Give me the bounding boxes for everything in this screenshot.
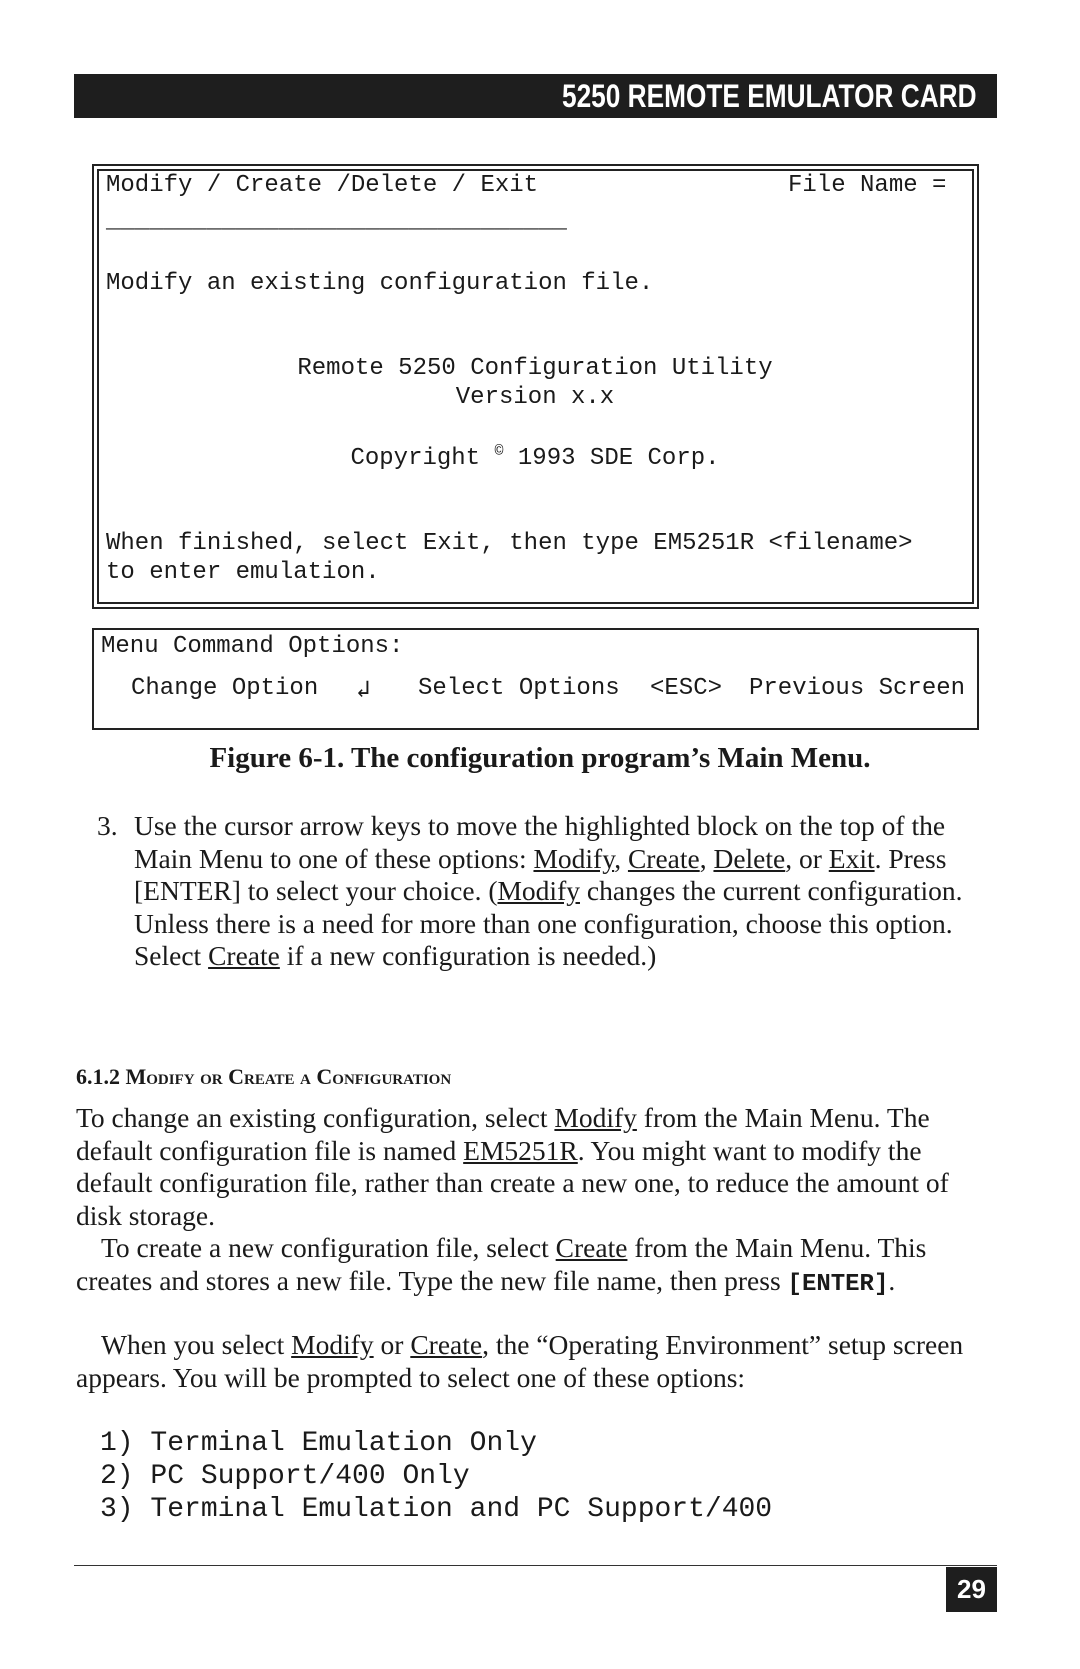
step-3-text: Use the cursor arrow keys to move the hi… (134, 810, 963, 972)
commands-title: Menu Command Options: (101, 633, 404, 660)
previous-screen: Previous Screen (749, 675, 966, 702)
figure-caption: Figure 6-1. The configuration program’s … (209, 742, 871, 774)
option-description: Modify an existing configuration file. (106, 270, 654, 297)
page-number: 29 (946, 1567, 997, 1612)
file-name-label: File Name = (788, 172, 947, 199)
paragraph-2: To create a new configuration file, sele… (76, 1232, 927, 1298)
manual-page: 5250 REMOTE EMULATOR CARD Modify / Creat… (0, 0, 1080, 1669)
footer-rule (74, 1565, 997, 1566)
option-item: 3) Terminal Emulation and PC Support/400 (100, 1494, 773, 1525)
section-heading: 6.1.2 Modify or Create a Configuration (76, 1064, 452, 1089)
menu-bar: Modify / Create /Delete / Exit (106, 172, 539, 199)
paragraph-1: To change an existing configuration, sel… (76, 1102, 949, 1231)
finish-instructions-2: to enter emulation. (106, 559, 380, 586)
change-option: Change Option (131, 675, 319, 702)
highlight-underline: ________________________________ (106, 208, 567, 235)
select-options: Select Options (418, 675, 620, 702)
copyright: Copyright © 1993 SDE Corp. (350, 443, 720, 472)
utility-title: Remote 5250 Configuration Utility (297, 355, 773, 382)
paragraph-3: When you select Modify or Create, the “O… (76, 1329, 964, 1393)
option-item: 1) Terminal Emulation Only (100, 1428, 537, 1459)
header-title: 5250 REMOTE EMULATOR CARD (562, 78, 977, 114)
options-list: 1) Terminal Emulation Only 2) PC Support… (100, 1427, 1000, 1526)
esc-key: <ESC> (650, 675, 723, 702)
version: Version x.x (455, 384, 615, 411)
step-number: 3. (97, 810, 118, 841)
header-bar: 5250 REMOTE EMULATOR CARD (74, 74, 997, 118)
finish-instructions-1: When finished, select Exit, then type EM… (106, 530, 913, 557)
enter-key-icon: ↲ (356, 678, 371, 705)
option-item: 2) PC Support/400 Only (100, 1461, 470, 1492)
